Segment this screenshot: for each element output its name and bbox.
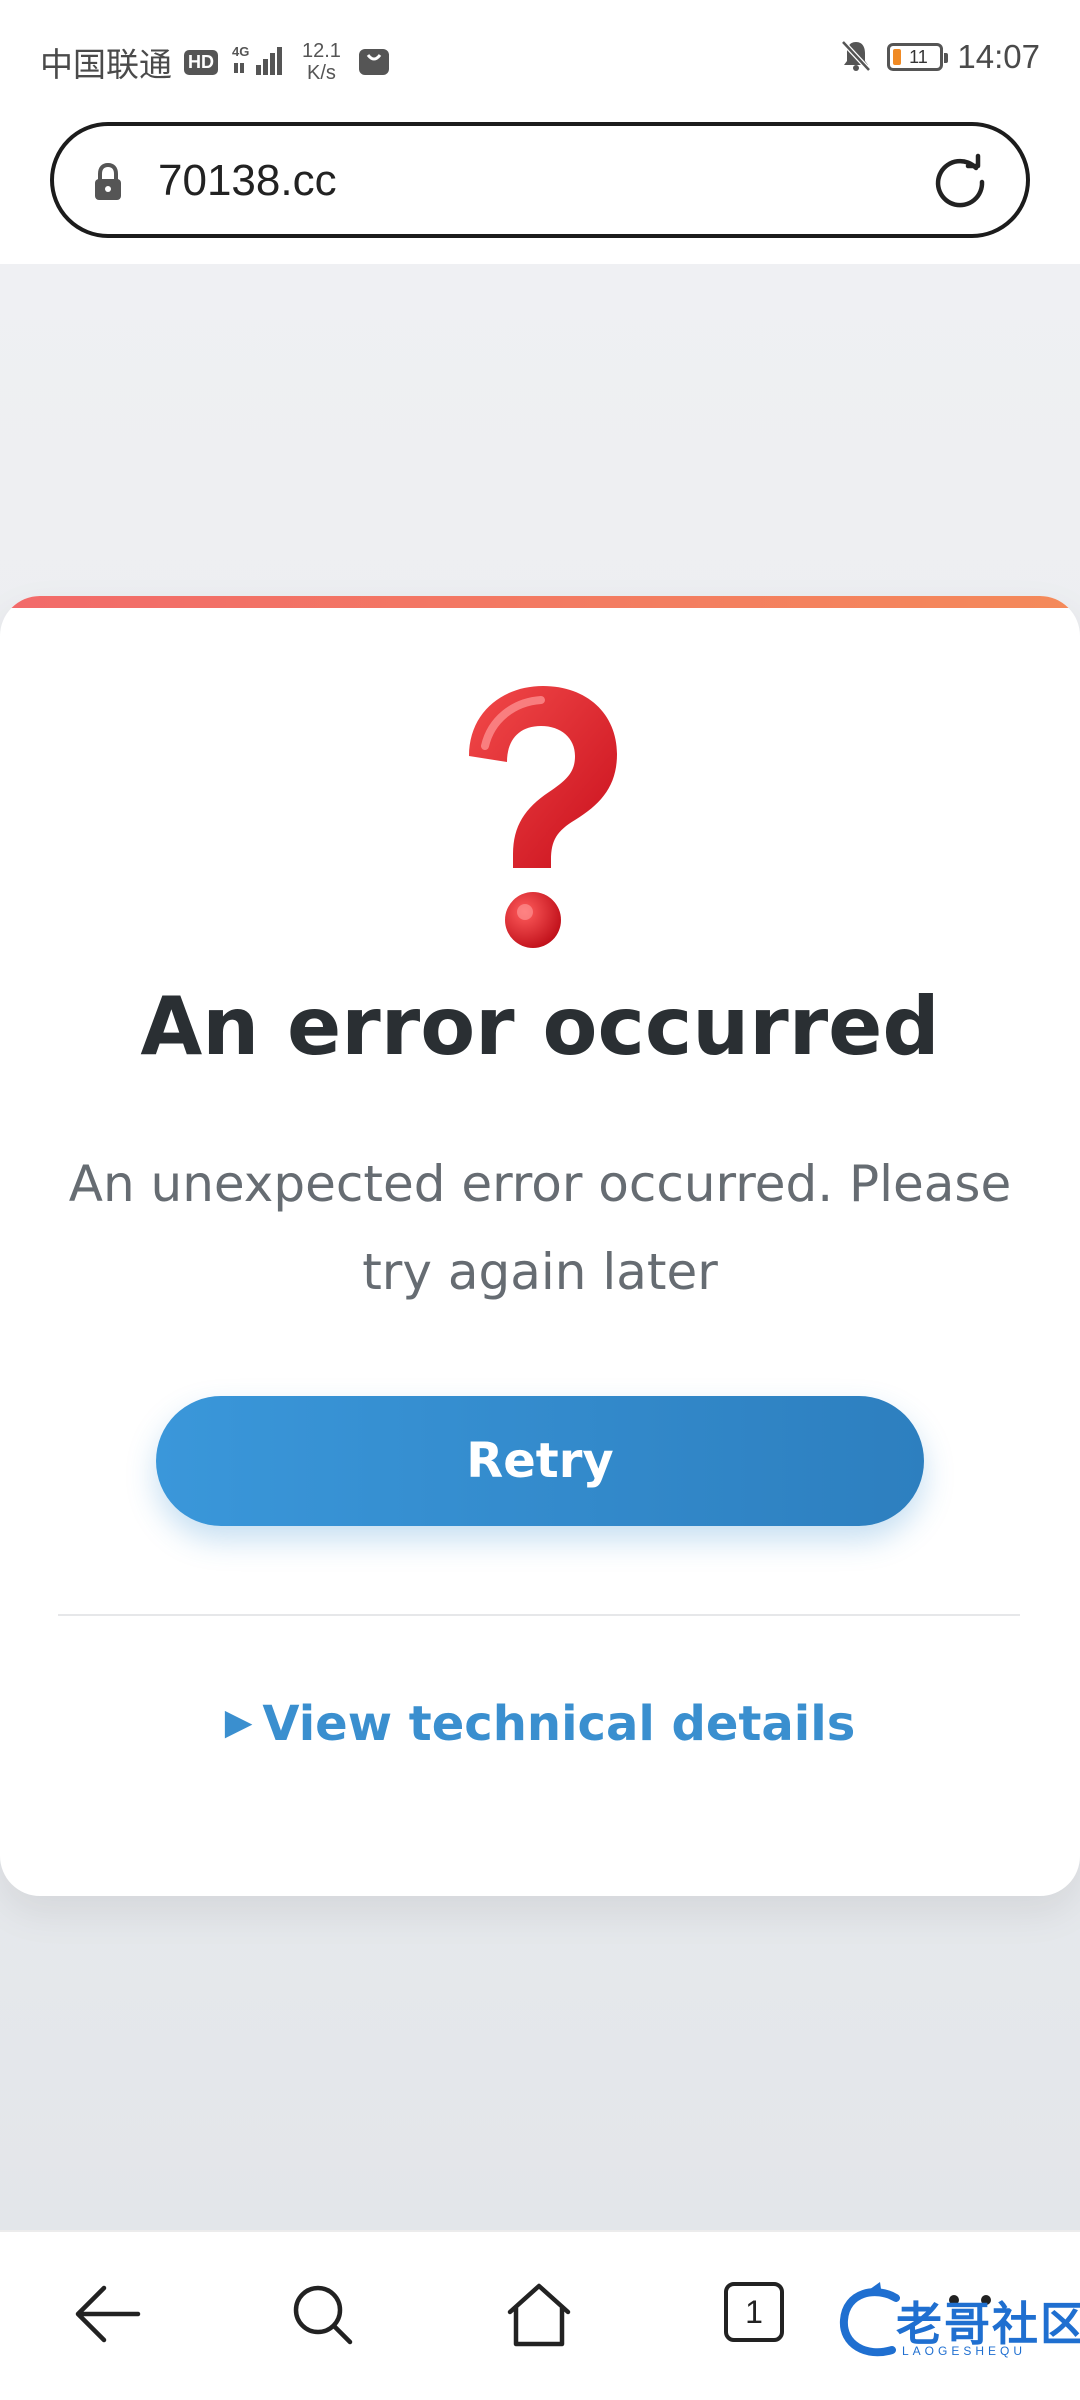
home-icon[interactable] <box>504 2282 574 2352</box>
search-icon[interactable] <box>290 2282 356 2352</box>
shopping-bag-icon <box>357 43 391 81</box>
view-technical-details-link[interactable]: ▶ View technical details <box>0 1696 1080 1752</box>
reload-icon[interactable] <box>930 152 990 216</box>
error-title: An error occurred <box>140 980 940 1073</box>
watermark-logo: 老哥社区 LAOGESHEQU <box>836 2278 1080 2372</box>
battery-fill <box>893 49 902 65</box>
battery-icon: 11 <box>887 43 949 71</box>
carrier-name: 中国联通 <box>40 45 172 84</box>
mute-bell-icon <box>839 38 873 76</box>
bottom-nav: 1 老哥社区 LAOGESHEQU <box>0 2230 1080 2400</box>
back-icon[interactable] <box>74 2282 144 2350</box>
speed-unit: K/s <box>307 62 336 84</box>
retry-button[interactable]: Retry <box>156 1396 924 1526</box>
speed-value: 12.1 <box>302 40 341 62</box>
svg-text:4G: 4G <box>232 44 249 59</box>
tabs-count: 1 <box>724 2282 784 2342</box>
lock-icon[interactable] <box>92 162 124 206</box>
hd-icon: HD <box>184 49 218 75</box>
battery-level: 11 <box>909 46 928 67</box>
error-message: An unexpected error occurred. Please try… <box>68 1155 1012 1301</box>
status-bar: 中国联通 HD 4G 12.1 K/s 11 14:07 <box>0 0 1080 118</box>
card-accent-bar <box>0 596 1080 608</box>
disclosure-triangle-icon: ▶ <box>224 1702 253 1743</box>
status-right: 11 14:07 <box>839 38 1040 76</box>
divider <box>58 1614 1020 1616</box>
error-card: An error occurred An unexpected error oc… <box>0 596 1080 1896</box>
address-bar[interactable]: 70138.cc <box>50 122 1030 238</box>
watermark-subtext: LAOGESHEQU <box>902 2344 1027 2358</box>
question-mark-icon <box>455 682 625 966</box>
signal-icon: 4G <box>232 43 286 81</box>
network-speed: 12.1 K/s <box>302 40 341 84</box>
details-label: View technical details <box>262 1696 856 1752</box>
status-left: 中国联通 HD 4G 12.1 K/s <box>40 38 391 86</box>
clock: 14:07 <box>957 38 1040 75</box>
url-text[interactable]: 70138.cc <box>158 156 337 206</box>
address-bar-container: 70138.cc <box>0 118 1080 264</box>
page-content: An error occurred An unexpected error oc… <box>0 264 1080 2230</box>
